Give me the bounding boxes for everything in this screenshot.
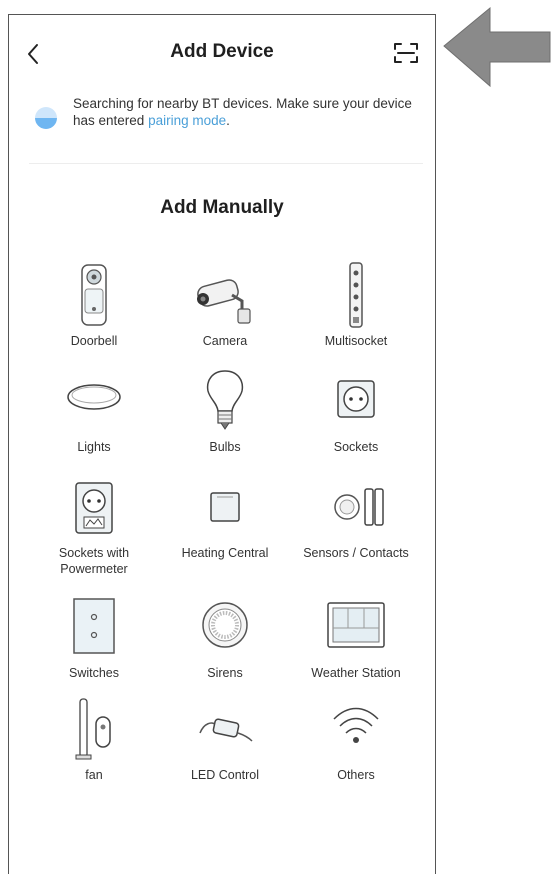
header: Add Device: [9, 15, 435, 85]
led-control-icon: [199, 718, 253, 742]
add-manually-heading: Add Manually: [160, 197, 284, 218]
device-label: Bulbs: [209, 440, 241, 454]
wifi-others-icon: [333, 707, 379, 743]
app-screen: Add Device Searching for nearby BT devic…: [8, 14, 436, 874]
device-tile-camera[interactable]: Camera: [160, 261, 290, 365]
fan-icon: [75, 698, 111, 760]
device-tile-sirens[interactable]: Sirens: [160, 593, 290, 697]
device-label: Weather Station: [311, 666, 401, 680]
scan-qr-button[interactable]: [393, 41, 419, 65]
device-tile-multisocket[interactable]: Multisocket: [291, 261, 421, 365]
device-label: Lights: [77, 440, 111, 454]
loading-spinner-icon: [35, 107, 57, 129]
device-label: Heating Central: [181, 546, 269, 560]
device-tile-heating-central[interactable]: Heating Central: [160, 473, 290, 577]
device-label: Sockets with Powermeter: [58, 546, 130, 576]
pointer-arrow: [442, 4, 552, 104]
device-tile-sensors-contacts[interactable]: Sensors / Contacts: [291, 473, 421, 577]
socket-icon: [337, 380, 375, 418]
page-title: Add Device: [170, 41, 274, 62]
multisocket-icon: [349, 262, 363, 328]
device-label: Switches: [68, 666, 120, 680]
pairing-mode-link[interactable]: pairing mode: [148, 113, 226, 128]
device-tile-bulbs[interactable]: Bulbs: [160, 367, 290, 471]
scan-icon: [394, 43, 418, 63]
camera-icon: [197, 279, 251, 324]
device-tile-others[interactable]: Others: [291, 695, 421, 799]
switch-icon: [73, 598, 115, 654]
weather-station-icon: [327, 602, 385, 648]
device-label: Sockets: [333, 440, 379, 454]
device-label: Sensors / Contacts: [303, 546, 409, 560]
device-tile-doorbell[interactable]: Doorbell: [29, 261, 159, 365]
device-row: Doorbell Camera Multisocket: [29, 261, 421, 367]
device-row: Switches Sirens Weather Station: [29, 593, 421, 695]
device-grid: Doorbell Camera Multisocket Lights Bulbs…: [29, 261, 421, 801]
doorbell-icon: [81, 264, 107, 326]
device-tile-weather-station[interactable]: Weather Station: [291, 593, 421, 697]
device-row: fan LED Control Others: [29, 695, 421, 801]
socket-powermeter-icon: [75, 482, 113, 534]
heating-central-icon: [210, 492, 240, 522]
device-label: LED Control: [190, 768, 260, 782]
device-tile-fan[interactable]: fan: [29, 695, 159, 799]
search-status-message: Searching for nearby BT devices. Make su…: [73, 96, 412, 128]
device-row: Sockets with Powermeter Heating Central …: [29, 473, 421, 593]
device-tile-sockets[interactable]: Sockets: [291, 367, 421, 471]
device-label: Doorbell: [70, 334, 118, 348]
siren-icon: [202, 602, 248, 648]
search-status-banner: Searching for nearby BT devices. Make su…: [31, 95, 423, 155]
search-status-suffix: .: [226, 113, 230, 128]
search-status-text: Searching for nearby BT devices. Make su…: [73, 95, 413, 129]
left-arrow-icon: [443, 6, 551, 88]
ceiling-light-icon: [67, 384, 121, 410]
device-tile-lights[interactable]: Lights: [29, 367, 159, 471]
divider: [29, 163, 423, 164]
device-tile-switches[interactable]: Switches: [29, 593, 159, 697]
device-label: Multisocket: [324, 334, 388, 348]
device-row: Lights Bulbs Sockets: [29, 367, 421, 473]
device-label: Others: [337, 768, 375, 782]
device-label: Sirens: [207, 666, 243, 680]
sensor-contact-icon: [334, 488, 384, 526]
device-label: Camera: [202, 334, 248, 348]
device-tile-sockets-powermeter[interactable]: Sockets with Powermeter: [29, 473, 159, 577]
bulb-icon: [206, 370, 244, 430]
device-label: fan: [85, 768, 103, 782]
device-tile-led-control[interactable]: LED Control: [160, 695, 290, 799]
